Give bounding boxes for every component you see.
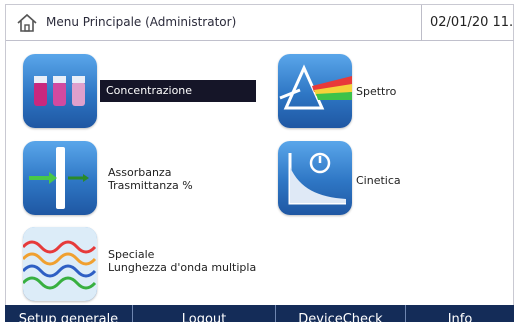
page-title: Menu Principale (Administrator) <box>46 15 237 29</box>
logout-button[interactable]: Logout <box>133 305 276 322</box>
speciale-line1: Speciale <box>108 248 155 261</box>
speciale-label[interactable]: Speciale Lunghezza d'onda multipla <box>108 248 256 274</box>
prism-icon <box>279 64 352 110</box>
kinetics-curve-icon <box>288 152 346 205</box>
assorbanza-line1: Assorbanza <box>108 166 172 179</box>
info-button[interactable]: Info <box>406 305 514 322</box>
spettro-label[interactable]: Spettro <box>356 85 396 98</box>
cinetica-tile[interactable] <box>278 141 352 215</box>
multi-wave-icon <box>23 227 97 301</box>
test-tubes-icon <box>34 76 85 106</box>
datetime-display: 02/01/20 11.3 <box>421 5 514 41</box>
assorbanza-tile[interactable] <box>23 141 97 215</box>
assorbanza-line2: Trasmittanza % <box>108 179 193 192</box>
setup-generale-button[interactable]: Setup generale <box>5 305 133 322</box>
bottom-toolbar: Setup generale Logout DeviceCheck Info <box>5 305 514 322</box>
cinetica-label[interactable]: Cinetica <box>356 174 401 187</box>
home-icon[interactable] <box>16 13 38 33</box>
speciale-line2: Lunghezza d'onda multipla <box>108 261 257 274</box>
assorbanza-label[interactable]: Assorbanza Trasmittanza % <box>108 166 193 192</box>
concentrazione-tile[interactable] <box>23 54 97 128</box>
light-path-icon <box>29 147 89 209</box>
spettro-tile[interactable] <box>278 54 352 128</box>
speciale-tile[interactable] <box>23 227 97 301</box>
header-bar: Menu Principale (Administrator) 02/01/20… <box>6 5 514 41</box>
concentrazione-label[interactable]: Concentrazione <box>100 80 256 102</box>
devicecheck-button[interactable]: DeviceCheck <box>276 305 406 322</box>
